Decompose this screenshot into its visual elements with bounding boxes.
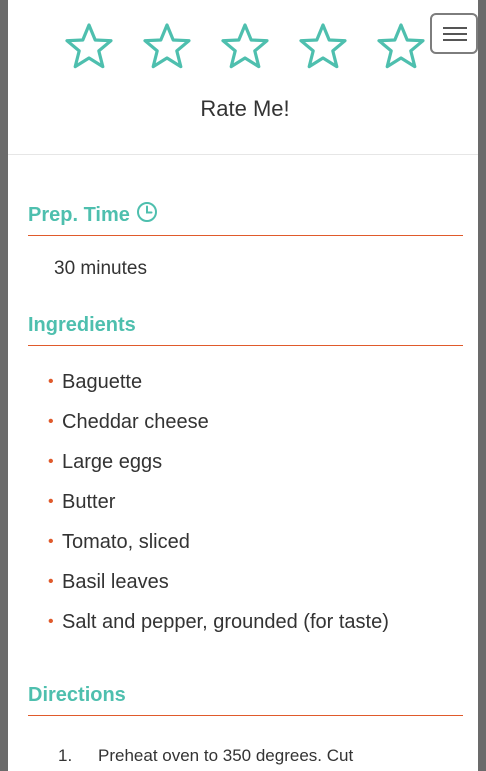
list-item: • Salt and pepper, grounded (for taste) (48, 610, 389, 650)
recipe-page: Rate Me! Prep. Time 30 minutes Ingredien… (8, 0, 478, 771)
prep-time-heading: Prep. Time (28, 201, 463, 236)
list-item: • Baguette (48, 370, 389, 410)
ingredient-text: Baguette (62, 371, 143, 393)
ingredient-text: Butter (62, 491, 116, 513)
bullet: • (48, 413, 54, 430)
ingredients-heading: Ingredients (28, 314, 463, 346)
star-1-icon[interactable] (64, 22, 114, 72)
bullet: • (48, 493, 54, 510)
star-2-icon[interactable] (142, 22, 192, 72)
ingredient-text: Tomato, sliced (62, 531, 190, 553)
bullet: • (48, 373, 54, 390)
list-item: • Cheddar cheese (48, 410, 389, 450)
list-item: • Tomato, sliced (48, 530, 389, 570)
step-text: Preheat oven to 350 degrees. Cut (98, 746, 354, 765)
list-item: • Butter (48, 490, 389, 530)
bullet: • (48, 533, 54, 550)
list-item: • Basil leaves (48, 570, 389, 610)
bullet: • (48, 613, 54, 630)
ingredient-list: • Baguette • Cheddar cheese • Large eggs • B… (48, 370, 389, 650)
star-3-icon[interactable] (220, 22, 270, 72)
ingredient-text: Salt and pepper, grounded (for taste) (62, 611, 389, 633)
direction-step: 1. Preheat oven to 350 degrees. Cut (58, 746, 458, 766)
list-item: • Large eggs (48, 450, 389, 490)
ingredient-text: Cheddar cheese (62, 411, 209, 433)
prep-time-title: Prep. Time (28, 204, 130, 226)
bullet: • (48, 573, 54, 590)
rate-me-label: Rate Me! (200, 96, 290, 121)
star-4-icon[interactable] (298, 22, 348, 72)
hamburger-bar (443, 39, 467, 41)
hamburger-menu-icon (443, 27, 467, 29)
menu-button[interactable] (430, 13, 478, 54)
directions-list: 1. Preheat oven to 350 degrees. Cut (58, 746, 458, 766)
step-number: 1. (58, 746, 73, 765)
rating-section: Rate Me! (8, 0, 478, 155)
directions-title: Directions (28, 684, 126, 706)
prep-time-value: 30 minutes (54, 258, 147, 279)
ingredient-text: Large eggs (62, 451, 163, 473)
star-rating (8, 22, 478, 74)
directions-heading: Directions (28, 684, 463, 716)
bullet: • (48, 453, 54, 470)
ingredients-title: Ingredients (28, 314, 136, 336)
clock-icon (136, 201, 158, 223)
star-5-icon[interactable] (376, 22, 426, 72)
hamburger-bar (443, 33, 467, 35)
ingredient-text: Basil leaves (62, 571, 169, 593)
